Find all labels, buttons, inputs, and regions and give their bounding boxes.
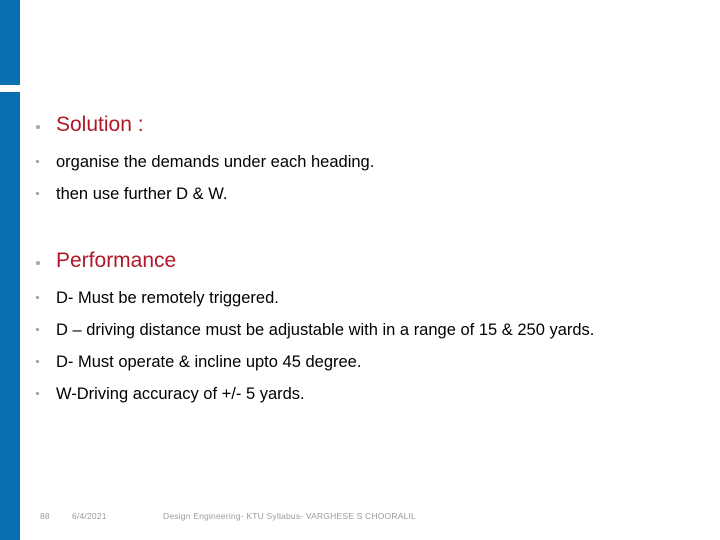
slide-content: Solution : organise the demands under ea… (30, 112, 698, 414)
section-heading-label: Performance (56, 249, 177, 272)
list-item: organise the demands under each heading. (30, 150, 698, 174)
section-heading-solution: Solution : (30, 112, 698, 138)
accent-bar-main (0, 92, 20, 540)
list-item: D- Must be remotely triggered. (30, 286, 698, 310)
list-item-label: organise the demands under each heading. (56, 153, 375, 171)
footer-date: 6/4/2021 (72, 511, 107, 521)
list-item-label: D- Must be remotely triggered. (56, 289, 279, 307)
list-item-label: D- Must operate & incline upto 45 degree… (56, 353, 362, 371)
list-item-label: then use further D & W. (56, 185, 228, 203)
bullet-dot-icon (36, 327, 39, 331)
footer-title: Design Engineering- KTU Syllabus- VARGHE… (163, 511, 416, 521)
bullet-dot-icon (36, 295, 39, 299)
list-item: D – driving distance must be adjustable … (30, 318, 698, 342)
bullet-dot-icon (36, 359, 39, 363)
section-heading-label: Solution : (56, 113, 144, 136)
accent-bar-top (0, 0, 20, 85)
bullet-list-solution: Solution : organise the demands under ea… (30, 112, 698, 206)
list-item: W-Driving accuracy of +/- 5 yards. (30, 382, 698, 406)
list-item: then use further D & W. (30, 182, 698, 206)
bullet-dot-icon (36, 125, 40, 129)
section-heading-performance: Performance (30, 248, 698, 274)
bullet-dot-icon (36, 159, 39, 163)
slide-number: 88 (40, 511, 50, 521)
list-item-label: W-Driving accuracy of +/- 5 yards. (56, 385, 305, 403)
bullet-dot-icon (36, 261, 40, 265)
bullet-dot-icon (36, 391, 39, 395)
bullet-list-performance: Performance D- Must be remotely triggere… (30, 248, 698, 406)
bullet-dot-icon (36, 191, 39, 195)
slide-footer: 88 6/4/2021 Design Engineering- KTU Syll… (0, 508, 720, 524)
list-item: D- Must operate & incline upto 45 degree… (30, 350, 698, 374)
list-item-label: D – driving distance must be adjustable … (56, 321, 595, 339)
slide-canvas: Solution : organise the demands under ea… (0, 0, 720, 540)
